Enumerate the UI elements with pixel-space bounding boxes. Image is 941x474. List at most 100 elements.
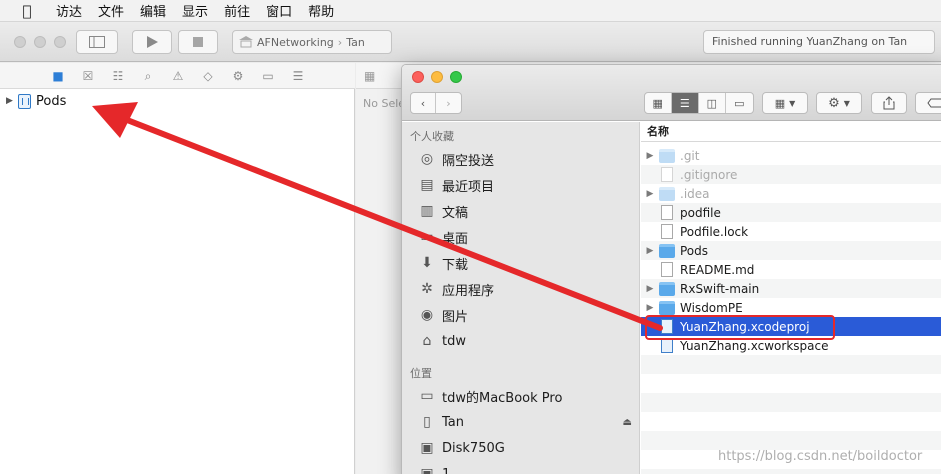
- name-column-header[interactable]: 名称: [641, 122, 941, 142]
- disclosure-triangle-icon[interactable]: ▶: [641, 303, 659, 313]
- sidebar-item-label: 隔空投送: [442, 153, 495, 169]
- document-icon: [661, 224, 673, 239]
- empty-row: [641, 355, 941, 374]
- group-by-button[interactable]: ▦ ▼: [762, 92, 808, 114]
- sidebar-item-label: 桌面: [442, 231, 469, 247]
- scheme-device: Tan: [346, 35, 365, 49]
- no-selection-label: No Sele: [363, 97, 406, 110]
- icon-view-button[interactable]: ▦: [645, 93, 672, 113]
- eject-icon[interactable]: ⏏: [623, 417, 632, 428]
- menu-window[interactable]: 窗口: [266, 1, 292, 20]
- menu-edit[interactable]: 编辑: [140, 1, 166, 20]
- sidebar-item-disk750g[interactable]: ▣ Disk750G: [418, 437, 636, 459]
- list-item-git[interactable]: ▶ .git: [641, 146, 941, 165]
- finder-window: ‹ › ▦ ☰ ◫ ▭ ▦ ▼ ⚙ ▼ 个人收藏 ◎ 隔空投送 ▤ 最近项目 ▥…: [401, 64, 941, 474]
- action-menu-button[interactable]: ⚙ ▼: [816, 92, 862, 114]
- list-item-readme[interactable]: README.md: [641, 260, 941, 279]
- sidebar-item-macbook[interactable]: ▭ tdw的MacBook Pro: [418, 385, 636, 407]
- back-forward-control: ‹ ›: [410, 92, 462, 114]
- navigator-item-pods[interactable]: ▶ Pods: [6, 92, 66, 110]
- sidebar-item-disk-1[interactable]: ▣ 1: [418, 463, 636, 474]
- finder-close-button[interactable]: [412, 71, 424, 83]
- pictures-icon: ◉: [420, 307, 434, 323]
- xcworkspace-icon: [661, 338, 673, 353]
- disclosure-triangle-icon[interactable]: ▶: [641, 189, 659, 199]
- stop-button[interactable]: [178, 30, 218, 54]
- xcode-toolbar: AFNetworking › Tan Finished running Yuan…: [0, 22, 941, 62]
- source-control-icon[interactable]: ☒: [80, 68, 96, 84]
- empty-row: [641, 469, 941, 474]
- menu-file[interactable]: 文件: [98, 1, 124, 20]
- minimize-window-button[interactable]: [34, 36, 46, 48]
- forward-button[interactable]: ›: [436, 93, 461, 113]
- list-item-pods[interactable]: ▶ Pods: [641, 241, 941, 260]
- sidebar-item-applications[interactable]: ✲ 应用程序: [418, 278, 636, 300]
- symbol-icon[interactable]: ☷: [110, 68, 126, 84]
- view-mode-control: ▦ ☰ ◫ ▭: [644, 92, 754, 114]
- list-item-podfile-lock[interactable]: Podfile.lock: [641, 222, 941, 241]
- grid-icon[interactable]: ▦: [364, 69, 375, 83]
- sidebar-item-label: Disk750G: [442, 440, 505, 456]
- tags-button[interactable]: [915, 92, 941, 114]
- warning-icon[interactable]: ⚠: [170, 68, 186, 84]
- menu-go[interactable]: 前往: [224, 1, 250, 20]
- share-icon: [883, 96, 895, 110]
- gallery-view-button[interactable]: ▭: [726, 93, 753, 113]
- finder-zoom-button[interactable]: [450, 71, 462, 83]
- list-item-rxswift[interactable]: ▶ RxSwift-main: [641, 279, 941, 298]
- watermark: https://blog.csdn.net/boildoctor: [718, 449, 923, 464]
- sidebar-item-home[interactable]: ⌂ tdw: [418, 330, 636, 352]
- list-view-button[interactable]: ☰: [671, 93, 700, 113]
- toggle-navigator-button[interactable]: [76, 30, 118, 54]
- sidebar-item-documents[interactable]: ▥ 文稿: [418, 200, 636, 222]
- debug-icon[interactable]: ⚙: [230, 68, 246, 84]
- search-icon[interactable]: ⌕: [140, 68, 156, 84]
- locations-header: 位置: [410, 367, 432, 380]
- menu-view[interactable]: 显示: [182, 1, 208, 20]
- menu-help[interactable]: 帮助: [308, 1, 334, 20]
- disclosure-triangle-icon[interactable]: ▶: [6, 96, 18, 106]
- report-icon[interactable]: ☰: [290, 68, 306, 84]
- disclosure-triangle-icon[interactable]: ▶: [641, 246, 659, 256]
- sidebar-item-airdrop[interactable]: ◎ 隔空投送: [418, 148, 636, 170]
- list-item-podfile[interactable]: podfile: [641, 203, 941, 222]
- menu-finder[interactable]: 访达: [56, 1, 82, 20]
- chevron-right-icon: ›: [446, 96, 451, 110]
- gear-icon: ⚙: [828, 95, 840, 111]
- folder-icon[interactable]: ■: [50, 68, 66, 84]
- list-item-idea[interactable]: ▶ .idea: [641, 184, 941, 203]
- file-name: Podfile.lock: [680, 224, 749, 239]
- test-icon[interactable]: ◇: [200, 68, 216, 84]
- sidebar-item-recents[interactable]: ▤ 最近项目: [418, 174, 636, 196]
- tag-icon: [927, 98, 941, 108]
- disclosure-triangle-icon[interactable]: ▶: [641, 284, 659, 294]
- run-button[interactable]: [132, 30, 172, 54]
- column-view-button[interactable]: ◫: [699, 93, 726, 113]
- sidebar-item-downloads[interactable]: ⬇ 下载: [418, 252, 636, 274]
- sidebar-item-iphone[interactable]: ▯ Tan ⏏: [418, 411, 636, 433]
- list-item-gitignore[interactable]: .gitignore: [641, 165, 941, 184]
- empty-row: [641, 374, 941, 393]
- apple-icon[interactable]: : [18, 2, 36, 20]
- file-name: .idea: [680, 186, 710, 201]
- favorites-header: 个人收藏: [410, 130, 454, 143]
- disclosure-triangle-icon[interactable]: ▶: [641, 151, 659, 161]
- breakpoint-icon[interactable]: ▭: [260, 68, 276, 84]
- sidebar-item-desktop[interactable]: ▭ 桌面: [418, 226, 636, 248]
- list-icon: ☰: [679, 96, 690, 110]
- back-button[interactable]: ‹: [411, 93, 437, 113]
- scheme-selector[interactable]: AFNetworking › Tan: [232, 30, 392, 54]
- file-name: Pods: [680, 243, 709, 258]
- close-window-button[interactable]: [14, 36, 26, 48]
- airdrop-icon: ◎: [420, 151, 434, 167]
- share-button[interactable]: [871, 92, 907, 114]
- annotation-highlight-box: [645, 315, 835, 340]
- file-name: RxSwift-main: [680, 281, 760, 296]
- file-list: 名称 ▶ .git .gitignore ▶ .idea podfile Pod…: [641, 122, 941, 474]
- zoom-window-button[interactable]: [54, 36, 66, 48]
- finder-sidebar: 个人收藏 ◎ 隔空投送 ▤ 最近项目 ▥ 文稿 ▭ 桌面 ⬇ 下载 ✲ 应用程序…: [402, 122, 640, 474]
- sidebar-item-label: Tan: [442, 414, 464, 430]
- finder-minimize-button[interactable]: [431, 71, 443, 83]
- menu-bar:  访达 文件 编辑 显示 前往 窗口 帮助: [0, 0, 941, 22]
- sidebar-item-pictures[interactable]: ◉ 图片: [418, 304, 636, 326]
